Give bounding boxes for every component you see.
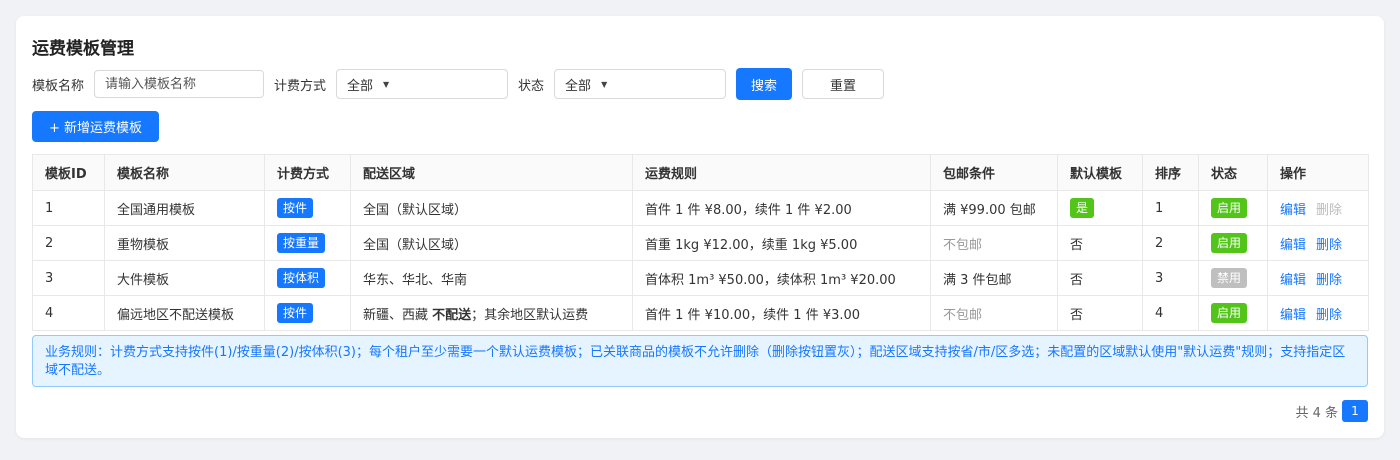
cell-default: 否	[1057, 260, 1143, 296]
cell-status: 禁用	[1198, 260, 1268, 296]
edit-link[interactable]: 编辑	[1280, 238, 1306, 253]
status-select-value: 全部	[565, 78, 592, 94]
status-badge: 启用	[1211, 233, 1248, 253]
cell-name: 偏远地区不配送模板	[104, 295, 265, 331]
col-header-name: 模板名称	[104, 154, 265, 191]
delete-link[interactable]: 删除	[1316, 273, 1342, 288]
cell-name: 重物模板	[104, 225, 265, 261]
caret-down-icon: ▼	[601, 79, 608, 89]
method-filter-label: 计费方式	[274, 78, 327, 94]
method-tag: 按重量	[277, 233, 326, 253]
col-header-actions: 操作	[1267, 154, 1369, 191]
method-tag: 按件	[277, 303, 314, 323]
cell-method: 按体积	[264, 260, 351, 296]
cell-free: 满 ¥99.00 包邮	[930, 190, 1058, 226]
add-template-button[interactable]: + 新增运费模板	[32, 111, 159, 142]
cell-id: 4	[32, 295, 105, 331]
cell-status: 启用	[1198, 225, 1268, 261]
pagination: 共 4 条 1	[1295, 400, 1368, 422]
cell-free: 不包邮	[930, 295, 1058, 331]
name-filter-label: 模板名称	[32, 78, 85, 94]
status-badge: 启用	[1211, 198, 1248, 218]
cell-sort: 3	[1142, 260, 1199, 296]
edit-link[interactable]: 编辑	[1280, 308, 1306, 323]
cell-sort: 2	[1142, 225, 1199, 261]
cell-region: 全国（默认区域）	[350, 190, 633, 226]
region-rest-text: ；其余地区默认运费	[471, 307, 589, 323]
region-excluded-text: 不配送	[432, 307, 472, 323]
cell-rule: 首件 1 件 ¥10.00，续件 1 件 ¥3.00	[632, 295, 931, 331]
reset-button[interactable]: 重置	[802, 69, 885, 99]
cell-name: 大件模板	[104, 260, 265, 296]
default-badge: 是	[1070, 198, 1095, 218]
table-header-row: 模板ID 模板名称 计费方式 配送区域 运费规则 包邮条件 默认模板 排序 状态…	[32, 154, 1369, 191]
status-select[interactable]: 全部 ▼	[554, 69, 727, 99]
cell-method: 按件	[264, 190, 351, 226]
cell-rule: 首件 1 件 ¥8.00，续件 1 件 ¥2.00	[632, 190, 931, 226]
region-text: 新疆、西藏	[363, 307, 433, 323]
col-header-sort: 排序	[1142, 154, 1199, 191]
method-select[interactable]: 全部 ▼	[336, 69, 509, 99]
cell-default: 否	[1057, 225, 1143, 261]
table-row: 2 重物模板 按重量 全国（默认区域） 首重 1kg ¥12.00，续重 1kg…	[32, 225, 1369, 261]
status-badge: 禁用	[1211, 268, 1248, 288]
cell-default: 是	[1057, 190, 1143, 226]
template-table: 模板ID 模板名称 计费方式 配送区域 运费规则 包邮条件 默认模板 排序 状态…	[32, 154, 1369, 331]
cell-free: 不包邮	[930, 225, 1058, 261]
total-count: 共 4 条	[1295, 405, 1338, 421]
col-header-free: 包邮条件	[930, 154, 1058, 191]
delete-link[interactable]: 删除	[1316, 308, 1342, 323]
business-rules-notice: 业务规则：计费方式支持按件(1)/按重量(2)/按体积(3)；每个租户至少需要一…	[32, 335, 1368, 387]
col-header-region: 配送区域	[350, 154, 633, 191]
col-header-id: 模板ID	[32, 154, 105, 191]
cell-method: 按重量	[264, 225, 351, 261]
cell-name: 全国通用模板	[104, 190, 265, 226]
cell-actions: 编辑 删除	[1267, 225, 1369, 261]
main-card: 运费模板管理 模板名称 计费方式 全部 ▼ 状态 全部 ▼ 搜索 重置 + 新增…	[16, 16, 1384, 438]
cell-region: 新疆、西藏 不配送；其余地区默认运费	[350, 295, 633, 331]
method-select-value: 全部	[347, 78, 374, 94]
table-row: 3 大件模板 按体积 华东、华北、华南 首体积 1m³ ¥50.00，续体积 1…	[32, 260, 1369, 296]
search-button[interactable]: 搜索	[736, 68, 793, 100]
filter-bar: 模板名称 计费方式 全部 ▼ 状态 全部 ▼ 搜索 重置	[32, 68, 885, 100]
cell-status: 启用	[1198, 295, 1268, 331]
table-row: 4 偏远地区不配送模板 按件 新疆、西藏 不配送；其余地区默认运费 首件 1 件…	[32, 295, 1369, 331]
cell-actions: 编辑 删除	[1267, 260, 1369, 296]
cell-actions: 编辑 删除	[1267, 190, 1369, 226]
cell-region: 全国（默认区域）	[350, 225, 633, 261]
template-name-input[interactable]	[94, 70, 265, 98]
col-header-status: 状态	[1198, 154, 1268, 191]
caret-down-icon: ▼	[383, 79, 390, 89]
cell-free: 满 3 件包邮	[930, 260, 1058, 296]
cell-sort: 1	[1142, 190, 1199, 226]
cell-id: 2	[32, 225, 105, 261]
cell-default: 否	[1057, 295, 1143, 331]
cell-status: 启用	[1198, 190, 1268, 226]
cell-method: 按件	[264, 295, 351, 331]
cell-region: 华东、华北、华南	[350, 260, 633, 296]
col-header-default: 默认模板	[1057, 154, 1143, 191]
cell-id: 1	[32, 190, 105, 226]
col-header-rule: 运费规则	[632, 154, 931, 191]
page-title: 运费模板管理	[32, 39, 134, 59]
cell-actions: 编辑 删除	[1267, 295, 1369, 331]
status-badge: 启用	[1211, 303, 1248, 323]
cell-id: 3	[32, 260, 105, 296]
status-filter-label: 状态	[518, 78, 545, 94]
cell-rule: 首重 1kg ¥12.00，续重 1kg ¥5.00	[632, 225, 931, 261]
edit-link[interactable]: 编辑	[1280, 273, 1306, 288]
method-tag: 按件	[277, 198, 314, 218]
delete-link-disabled: 删除	[1316, 202, 1343, 218]
cell-sort: 4	[1142, 295, 1199, 331]
page-1-button[interactable]: 1	[1342, 400, 1368, 422]
cell-rule: 首体积 1m³ ¥50.00，续体积 1m³ ¥20.00	[632, 260, 931, 296]
edit-link[interactable]: 编辑	[1280, 203, 1306, 218]
method-tag: 按体积	[277, 268, 326, 288]
delete-link[interactable]: 删除	[1316, 238, 1342, 253]
col-header-method: 计费方式	[264, 154, 351, 191]
table-row: 1 全国通用模板 按件 全国（默认区域） 首件 1 件 ¥8.00，续件 1 件…	[32, 190, 1369, 226]
